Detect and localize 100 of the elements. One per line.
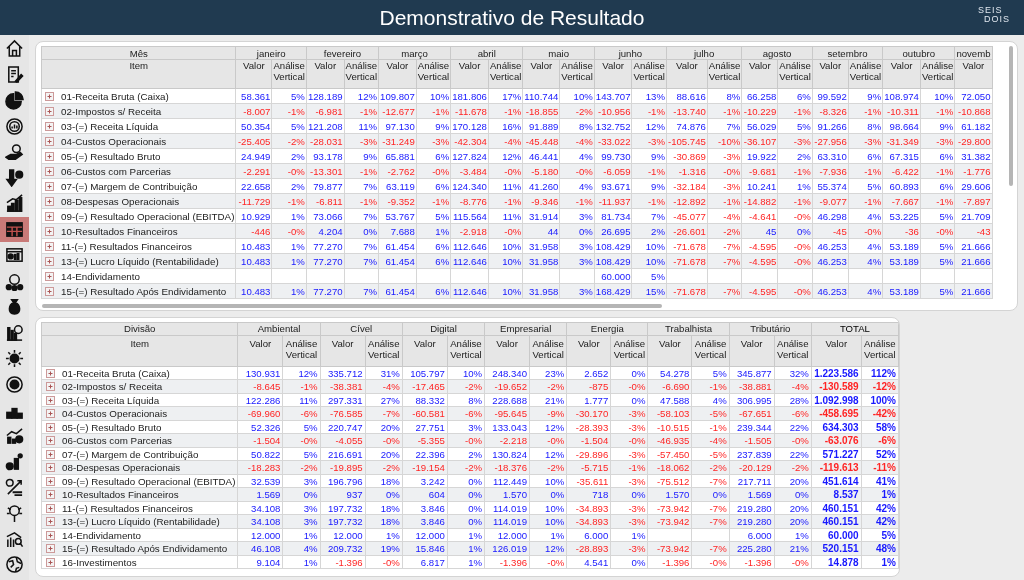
expand-icon[interactable] [45, 226, 54, 236]
expand-icon[interactable] [45, 271, 54, 281]
table-cell: 124.340 [450, 178, 489, 194]
table-cell: 1% [861, 555, 899, 569]
expand-icon[interactable] [46, 368, 55, 378]
table-cell: -3% [610, 420, 648, 434]
table-cell: 1% [271, 208, 307, 224]
table-cell: 1% [529, 528, 567, 542]
expand-icon[interactable] [45, 241, 54, 251]
expand-icon[interactable] [45, 151, 54, 161]
table-cell: 6% [777, 88, 813, 104]
row-label: 04-Custos Operacionais [61, 135, 167, 147]
table-cell: 10% [529, 474, 567, 488]
table-cell: 93.178 [306, 148, 345, 164]
table-cell: 216.691 [320, 447, 366, 461]
expand-icon[interactable] [45, 181, 54, 191]
table-cell: -0% [774, 555, 812, 569]
column-header: março [378, 46, 451, 60]
gauge-icon [5, 116, 24, 136]
table-cell: 12% [529, 447, 567, 461]
column-header: Digital [402, 322, 485, 336]
row-label: 09-(=) Resultado Operacional (EBITDA) [61, 210, 235, 222]
expand-icon[interactable] [45, 286, 54, 296]
table-cell: -4.595 [741, 238, 778, 254]
table-cell: 306.995 [729, 393, 775, 407]
table-cell: 4.541 [566, 555, 611, 569]
money-hand-icon [5, 142, 24, 162]
expand-icon[interactable] [46, 530, 55, 540]
table-cell: 46.441 [522, 148, 560, 164]
expand-icon[interactable] [45, 106, 54, 116]
table-cell: 6% [416, 178, 451, 194]
table-cell: 60.000 [811, 528, 862, 542]
table-cell: 127.824 [450, 148, 489, 164]
table-cell: -0% [777, 208, 813, 224]
table-cell: 53.189 [882, 238, 921, 254]
table-cell: -0% [691, 555, 730, 569]
horizontal-scrollbar[interactable] [42, 303, 662, 308]
expand-icon[interactable] [45, 211, 54, 221]
table-cell: 53.225 [882, 208, 921, 224]
expand-icon[interactable] [45, 136, 54, 146]
column-header: julho [666, 46, 742, 60]
expand-icon[interactable] [46, 463, 55, 473]
expand-icon[interactable] [45, 121, 54, 131]
expand-icon[interactable] [46, 503, 55, 513]
expand-icon[interactable] [46, 409, 55, 419]
expand-icon[interactable] [46, 544, 55, 554]
expand-icon[interactable] [46, 422, 55, 432]
table-cell: 1.777 [566, 393, 611, 407]
expand-icon[interactable] [46, 476, 55, 486]
table-cell: 0% [447, 474, 485, 488]
table-cell: 0% [610, 393, 648, 407]
column-header: Tributário [729, 322, 812, 336]
table-cell: 5% [271, 118, 307, 134]
row-label: 14-Endividamento [62, 529, 141, 541]
expand-icon[interactable] [46, 382, 55, 392]
table-cell: -75.512 [648, 474, 692, 488]
table-cell: 3% [282, 501, 321, 515]
expand-icon[interactable] [46, 395, 55, 405]
expand-icon[interactable] [46, 449, 55, 459]
row-label: 08-Despesas Operacionais [61, 195, 180, 207]
table-cell: 133.043 [484, 420, 530, 434]
table-cell: 9% [920, 118, 955, 134]
expand-icon[interactable] [46, 557, 55, 567]
table-cell: 112.646 [450, 238, 489, 254]
table-cell: 56.029 [741, 118, 778, 134]
row-label: 03-(=) Receita Líquida [61, 120, 159, 132]
row-label: 13-(=) Lucro Líquido (Rentabilidade) [61, 255, 219, 267]
sidebar-item[interactable] [0, 216, 29, 243]
document-icon [5, 65, 24, 85]
expand-icon[interactable] [45, 166, 54, 176]
expand-icon[interactable] [46, 490, 55, 500]
row-label: 10-Resultados Financeiros [61, 225, 178, 237]
table-cell: -10.515 [648, 420, 692, 434]
expand-icon[interactable] [45, 256, 54, 266]
column-header: Energia [566, 322, 648, 336]
table-cell: 128.189 [306, 88, 345, 104]
table-cell: 5% [271, 88, 307, 104]
table-cell: -45.077 [666, 208, 708, 224]
table-cell: 4% [559, 148, 595, 164]
table-icon [5, 219, 24, 239]
bar-chart-icon [5, 194, 24, 214]
globe-icon [5, 555, 24, 575]
table-cell: -7% [707, 238, 742, 254]
column-header: agosto [741, 46, 813, 60]
table-cell: -0% [529, 555, 567, 569]
expand-icon[interactable] [46, 436, 55, 446]
expand-icon[interactable] [45, 91, 54, 101]
table-cell: 50.822 [237, 447, 283, 461]
expand-icon[interactable] [46, 517, 55, 527]
vertical-scrollbar[interactable] [1009, 46, 1013, 186]
table-cell: 181.806 [450, 88, 489, 104]
table-cell: 61.182 [954, 118, 993, 134]
table-cell: 28% [774, 393, 812, 407]
table-cell: -3% [707, 148, 742, 164]
table-cell: 451.614 [811, 474, 862, 488]
expand-icon[interactable] [45, 196, 54, 206]
table-cell: 2% [777, 148, 813, 164]
table-cell: 58.361 [235, 88, 272, 104]
table-cell: 20% [774, 501, 812, 515]
table-cell: 0% [447, 501, 485, 515]
